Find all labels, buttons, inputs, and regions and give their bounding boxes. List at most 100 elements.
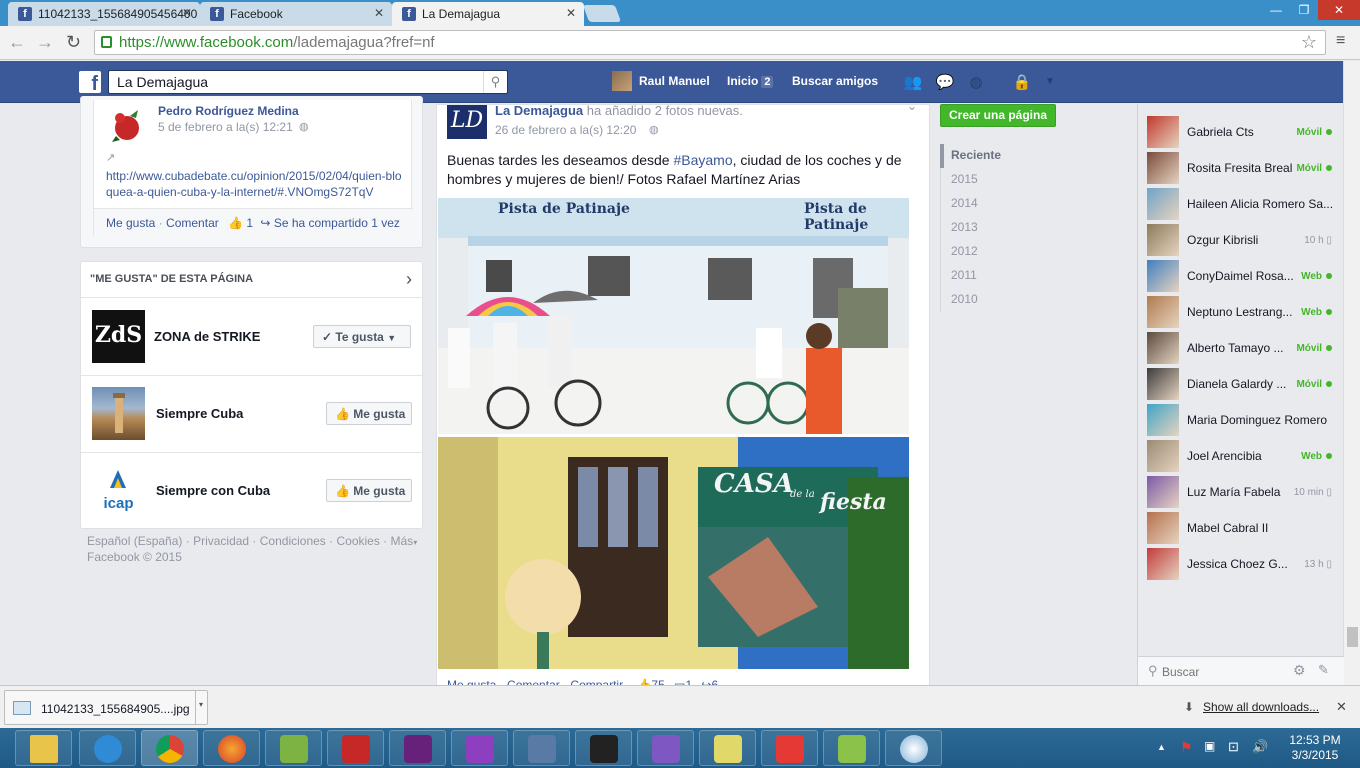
taskbar-clock[interactable]: 12:53 PM 3/3/2015 [1280,733,1350,763]
close-tab-icon[interactable]: ✕ [182,6,192,20]
post-photo-skating-rink[interactable]: Pista de Patinaje Pista de Patinaje [438,198,909,434]
bookmark-star-icon[interactable]: ☆ [1301,32,1317,53]
file-explorer-taskbar-button[interactable] [15,730,72,766]
hashtag-link[interactable]: #Bayamo [673,152,732,168]
page-name[interactable]: Siempre con Cuba [156,483,270,498]
forward-arrow-icon[interactable]: → [36,32,54,53]
show-hidden-icons-icon[interactable]: ▲ [1157,742,1166,752]
chat-contact-row[interactable]: Ozgur Kibrisli 10 h ▯ [1138,222,1344,258]
app-taskbar-button[interactable] [823,730,880,766]
app-taskbar-button[interactable] [265,730,322,766]
post-time[interactable]: 5 de febrero a la(s) 12:21 [158,120,293,134]
app-taskbar-button[interactable] [575,730,632,766]
user-avatar[interactable] [612,71,632,91]
chat-contact-row[interactable]: Neptuno Lestrang... Web [1138,294,1344,330]
chat-contact-row[interactable]: Haileen Alicia Romero Sa... [1138,186,1344,222]
paint-taskbar-button[interactable] [885,730,942,766]
chat-contact-row[interactable]: ConyDaimel Rosa... Web [1138,258,1344,294]
browser-tab-2[interactable]: f Facebook ✕ [200,2,392,26]
scrollbar-thumb[interactable] [1347,627,1358,647]
search-icon[interactable]: ⚲ [483,71,507,93]
page-name[interactable]: ZONA de STRIKE [154,329,260,344]
ie-taskbar-button[interactable] [79,730,136,766]
chrome-menu-icon[interactable]: ≡ [1336,32,1345,50]
reload-icon[interactable]: ↻ [66,32,81,53]
acrobat-taskbar-button[interactable] [761,730,818,766]
messages-icon[interactable]: 💬 [935,73,955,91]
post-url-link[interactable]: http://www.cubadebate.cu/opinion/2015/02… [106,168,406,200]
app-taskbar-button[interactable] [327,730,384,766]
close-downloads-icon[interactable]: ✕ [1336,699,1347,715]
chat-search-input[interactable] [1162,662,1282,682]
home-link[interactable]: Inicio 2 [727,74,774,88]
chat-contact-row[interactable]: Gabriela Cts Móvil [1138,114,1344,150]
account-menu-chevron-icon[interactable]: ▼ [1040,76,1060,94]
shared-count[interactable]: Se ha compartido 1 vez [274,216,400,230]
new-tab-button[interactable] [582,5,622,22]
like-page-button[interactable]: 👍 Me gusta [326,402,412,425]
page-name-link[interactable]: La Demajagua [495,105,583,118]
like-page-button[interactable]: 👍 Me gusta [326,479,412,502]
visual-studio-taskbar-button[interactable] [451,730,508,766]
footer-cookies-link[interactable]: Cookies [336,534,379,548]
volume-icon[interactable]: 🔊 [1252,739,1268,755]
browser-tab-3-active[interactable]: f La Demajagua ✕ [392,2,584,26]
create-page-button[interactable]: Crear una página [940,104,1056,127]
footer-privacy-link[interactable]: Privacidad [193,534,249,548]
chat-contact-row[interactable]: Jessica Choez G... 13 h ▯ [1138,546,1344,582]
page-avatar[interactable]: LD [447,105,487,139]
timeline-year[interactable]: 2010 [951,292,978,306]
minimize-window-icon[interactable]: — [1262,0,1290,20]
chat-contact-row[interactable]: Dianela Galardy ... Móvil [1138,366,1344,402]
notifications-globe-icon[interactable]: ◍ [966,73,986,91]
post-time[interactable]: 26 de febrero a la(s) 12:20 [495,123,636,137]
timeline-year[interactable]: 2015 [951,172,978,186]
firefox-taskbar-button[interactable] [203,730,260,766]
chat-contact-row[interactable]: Mabel Cabral II [1138,510,1344,546]
icap-thumbnail[interactable]: icap [92,464,145,517]
footer-language-link[interactable]: Español (España) [87,534,182,548]
app-taskbar-button[interactable] [513,730,570,766]
app-taskbar-button[interactable] [637,730,694,766]
timeline-year[interactable]: 2012 [951,244,978,258]
visual-studio-taskbar-button[interactable] [389,730,446,766]
show-all-downloads-link[interactable]: Show all downloads... [1203,700,1319,714]
chat-contact-row[interactable]: Maria Dominguez Romero [1138,402,1344,438]
close-tab-icon[interactable]: ✕ [566,6,576,20]
liked-pages-header[interactable]: "ME GUSTA" DE ESTA PÁGINA › [81,262,422,298]
network-icon[interactable]: ⊡ [1228,739,1239,755]
facebook-logo-icon[interactable]: f [79,71,101,95]
like-button[interactable]: Me gusta [106,216,155,230]
chat-settings-gear-icon[interactable]: ⚙ [1293,662,1306,679]
post-photo-casa-fiesta[interactable]: CASA de la fiesta [438,437,909,669]
address-bar[interactable]: https://www.facebook.com/lademajagua?fre… [94,30,1326,55]
zona-strike-thumbnail[interactable]: ZdS [92,310,145,363]
privacy-lock-icon[interactable]: 🔒 [1012,73,1032,91]
search-input[interactable]: La Demajagua ⚲ [108,70,508,94]
app-taskbar-button[interactable] [699,730,756,766]
footer-terms-link[interactable]: Condiciones [260,534,326,548]
profile-link[interactable]: Raul Manuel [639,74,710,88]
browser-tab-1[interactable]: f 11042133_155684905456400 ✕ [8,2,200,26]
chat-contact-row[interactable]: Luz María Fabela 10 min ▯ [1138,474,1344,510]
download-options-chevron-icon[interactable]: ▾ [199,700,203,709]
new-message-icon[interactable]: ✎ [1318,662,1329,678]
close-tab-icon[interactable]: ✕ [374,6,384,20]
post-author-link[interactable]: Pedro Rodríguez Medina [158,104,299,118]
chat-contact-row[interactable]: Rosita Fresita Breal Móvil [1138,150,1344,186]
page-scrollbar[interactable] [1343,61,1360,685]
timeline-year[interactable]: 2013 [951,220,978,234]
find-friends-link[interactable]: Buscar amigos [792,74,878,88]
comment-button[interactable]: Comentar [166,216,219,230]
download-item[interactable]: 11042133_155684905....jpg ▾ [4,690,208,725]
restore-window-icon[interactable]: ❐ [1290,0,1318,20]
close-window-icon[interactable]: ✕ [1318,0,1360,20]
rooster-avatar[interactable] [108,106,146,144]
tray-app-icon[interactable]: ▣ [1204,739,1215,753]
timeline-year[interactable]: 2014 [951,196,978,210]
like-count[interactable]: 1 [246,216,253,230]
footer-more-link[interactable]: Más [391,534,414,548]
tray-flag-icon[interactable]: ⚑ [1180,739,1193,756]
chevron-right-icon[interactable]: › [406,269,412,290]
timeline-year[interactable]: 2011 [951,268,977,282]
